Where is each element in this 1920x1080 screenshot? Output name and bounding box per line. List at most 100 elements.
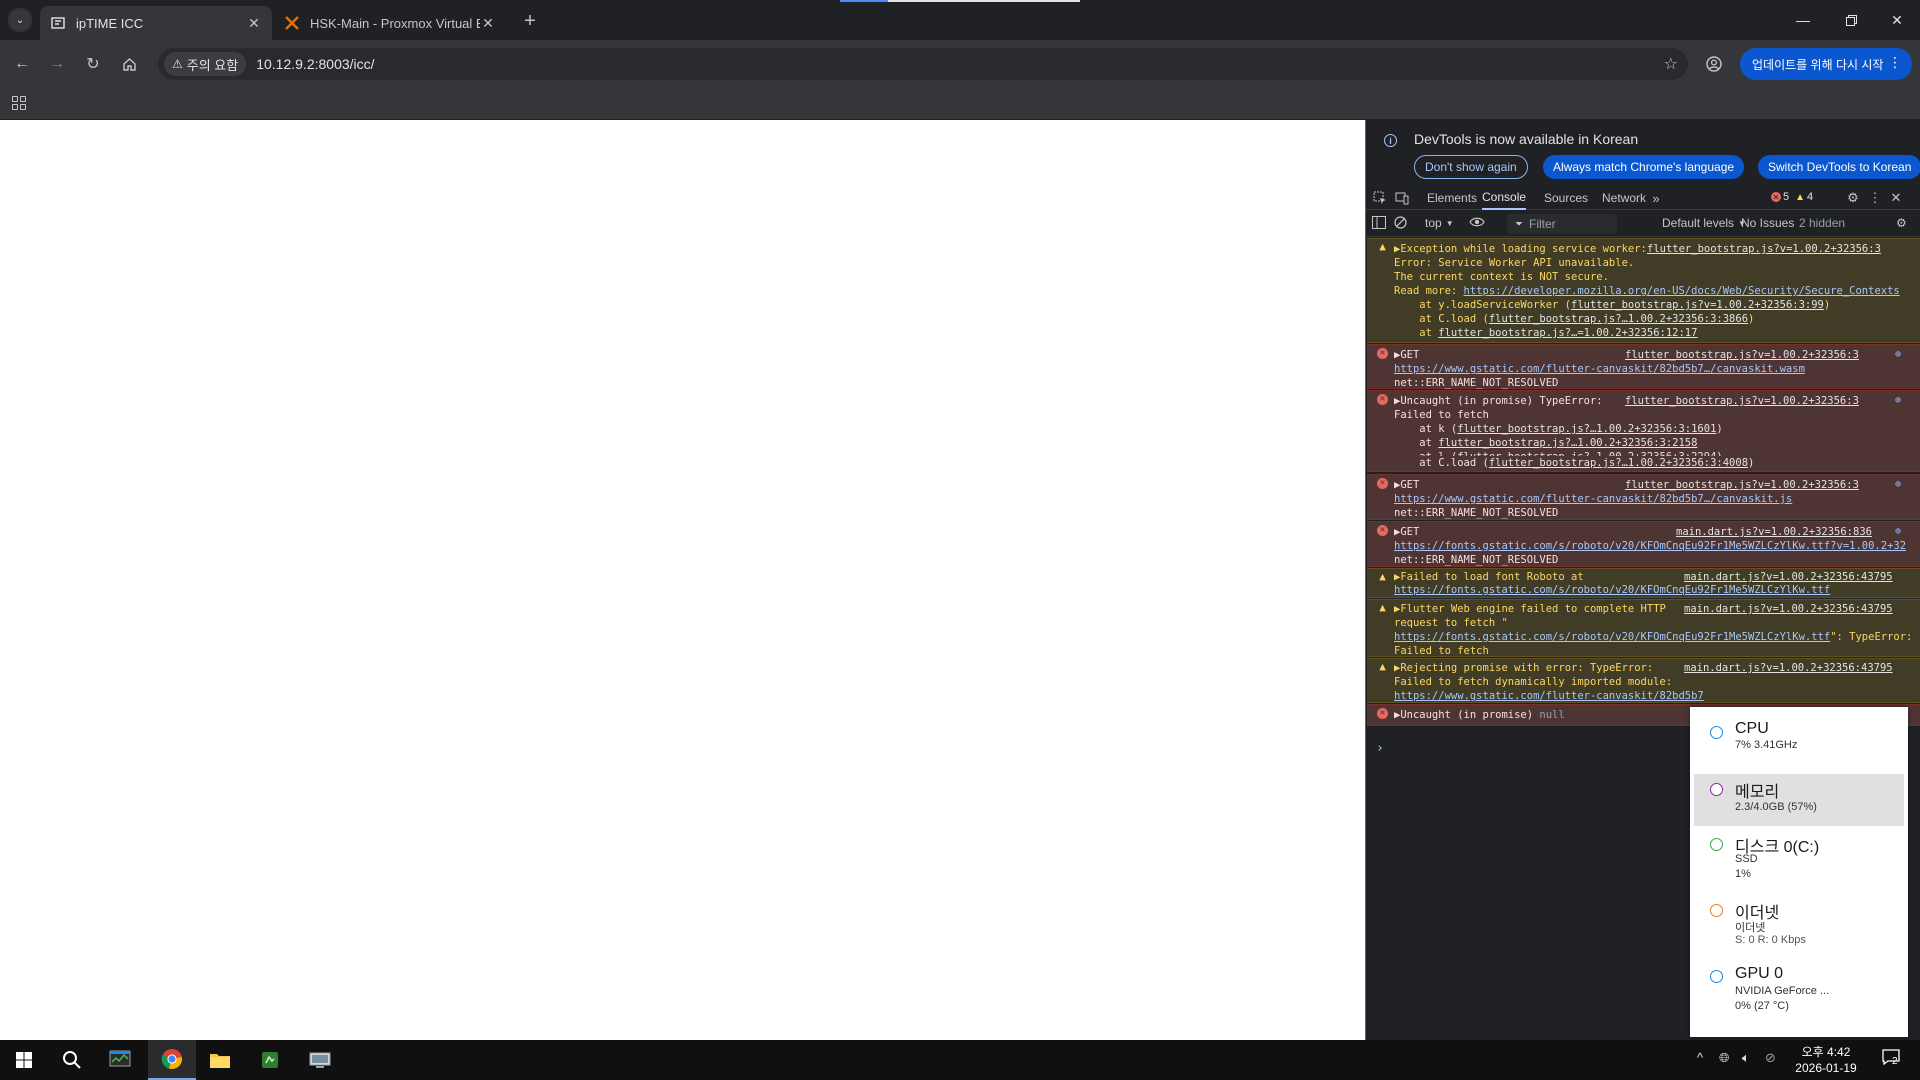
mic-muted-icon[interactable]: ⊘ [1765, 1050, 1776, 1066]
close-icon[interactable]: ✕ [480, 15, 496, 31]
mdn-link[interactable]: https://developer.mozilla.org/en-US/docs… [1464, 285, 1900, 297]
resource-link[interactable]: https://www.gstatic.com/flutter-canvaski… [1394, 363, 1805, 375]
taskbar-app-remote[interactable] [296, 1040, 344, 1080]
resource-link[interactable]: https://fonts.gstatic.com/s/roboto/v20/K… [1394, 584, 1830, 596]
network-globe-icon[interactable]: ⊕ [1895, 348, 1901, 362]
network-globe-icon[interactable]: ⊕ [1895, 394, 1901, 408]
more-vert-icon[interactable]: ⋮ [1867, 190, 1883, 206]
console-prompt[interactable]: › [1376, 741, 1384, 756]
perf-item-memory[interactable]: 메모리 2.3/4.0GB (57%) [1694, 774, 1904, 826]
network-globe-icon[interactable]: ⊕ [1895, 525, 1901, 539]
expand-message[interactable]: ▶GET [1394, 478, 1419, 492]
close-icon[interactable]: ✕ [1888, 190, 1904, 206]
close-icon[interactable]: ✕ [246, 15, 262, 31]
network-globe-icon[interactable]: 🌐︎ [1719, 1050, 1729, 1066]
network-globe-icon[interactable]: ⊕ [1895, 478, 1901, 492]
expand-message[interactable]: ▶Uncaught (in promise) TypeError: [1394, 394, 1603, 408]
sidebar-toggle-icon[interactable] [1372, 216, 1386, 229]
apps-grid-icon[interactable] [12, 96, 26, 110]
inspect-element-icon[interactable] [1372, 190, 1388, 206]
resource-link[interactable]: https://www.gstatic.com/flutter-canvaski… [1394, 493, 1792, 505]
log-levels-dropdown[interactable]: Default levels ▼ [1662, 216, 1746, 230]
search-icon [63, 1051, 81, 1069]
stack-link[interactable]: flutter_bootstrap.js?…1.00.2+32356:3:400… [1489, 457, 1748, 469]
console-settings-gear-icon[interactable]: ⚙ [1896, 216, 1907, 230]
perf-item-detail: 7% 3.41GHz [1735, 739, 1798, 751]
tab-search-button[interactable]: ⌄ [8, 8, 32, 32]
taskbar-clock[interactable]: 오후 4:42 2026-01-19 [1786, 1044, 1866, 1076]
issues-button[interactable]: No Issues [1741, 216, 1794, 230]
resource-link[interactable]: https://fonts.gstatic.com/s/roboto/v20/K… [1394, 631, 1830, 643]
volume-icon[interactable]: 🔈︎ [1742, 1050, 1750, 1066]
disk-indicator-icon [1710, 838, 1723, 851]
expand-message[interactable]: ▶Uncaught (in promise) null [1394, 708, 1565, 722]
restore-button[interactable] [1828, 0, 1874, 40]
tab-network[interactable]: Network [1602, 186, 1646, 210]
start-button[interactable] [0, 1040, 48, 1080]
taskbar-app-green[interactable] [246, 1040, 294, 1080]
tab-console[interactable]: Console [1482, 186, 1527, 210]
stack-link[interactable]: flutter_bootstrap.js?…1.00.2+32356:3:215… [1438, 437, 1697, 449]
star-icon[interactable]: ☆ [1664, 54, 1678, 74]
more-tabs-icon[interactable]: » [1648, 190, 1664, 206]
settings-gear-icon[interactable]: ⚙ [1845, 190, 1861, 206]
stack-link[interactable]: flutter_bootstrap.js?…=1.00.2+32356:12:1… [1438, 327, 1697, 339]
address-bar[interactable]: ⚠ 주의 요함 10.12.9.2:8003/icc/ ☆ [158, 48, 1688, 80]
reload-button[interactable]: ↻ [79, 50, 107, 78]
taskbar-app-chrome[interactable] [148, 1040, 196, 1080]
match-chrome-language-button[interactable]: Always match Chrome's language [1543, 155, 1745, 179]
source-link[interactable]: flutter_bootstrap.js?v=1.00.2+32356:3 [1625, 348, 1859, 362]
live-expression-eye-icon[interactable] [1469, 216, 1485, 228]
perf-item-cpu[interactable]: CPU 7% 3.41GHz [1694, 711, 1904, 755]
close-window-button[interactable]: ✕ [1874, 0, 1920, 40]
new-tab-button[interactable]: + [518, 9, 542, 33]
tab-elements[interactable]: Elements [1427, 186, 1477, 210]
forward-button[interactable]: → [43, 50, 71, 78]
switch-to-korean-button[interactable]: Switch DevTools to Korean [1758, 155, 1920, 179]
notification-center-button[interactable]: 2 [1882, 1048, 1900, 1069]
clear-console-icon[interactable] [1394, 216, 1407, 229]
tab-proxmox[interactable]: HSK-Main - Proxmox Virtual E ✕ [274, 6, 506, 40]
stack-link[interactable]: flutter_bootstrap.js?…1.00.2+32356:3:160… [1457, 423, 1716, 435]
search-button[interactable] [48, 1040, 96, 1080]
message-text: net::ERR_NAME_NOT_RESOLVED [1394, 554, 1559, 566]
page-content [0, 120, 1365, 1040]
expand-message[interactable]: ▶Rejecting promise with error: TypeError… [1394, 661, 1653, 675]
home-button[interactable] [115, 50, 143, 78]
expand-message[interactable]: ▶GET [1394, 348, 1419, 362]
perf-item-gpu[interactable]: GPU 0 NVIDIA GeForce ... 0% (27 °C) [1694, 962, 1904, 1022]
update-restart-button[interactable]: 업데이트를 위해 다시 시작 ⋮ [1740, 48, 1912, 80]
source-link[interactable]: main.dart.js?v=1.00.2+32356:43795 [1684, 661, 1893, 675]
perf-item-ethernet[interactable]: 이더넷 이더넷 S: 0 R: 0 Kbps [1694, 896, 1904, 956]
tab-sources[interactable]: Sources [1544, 186, 1588, 210]
dont-show-again-button[interactable]: Don't show again [1414, 155, 1528, 179]
minimize-button[interactable]: — [1780, 0, 1826, 40]
source-link[interactable]: main.dart.js?v=1.00.2+32356:43795 [1684, 602, 1893, 616]
source-link[interactable]: flutter_bootstrap.js?v=1.00.2+32356:3 [1625, 478, 1859, 492]
source-link[interactable]: main.dart.js?v=1.00.2+32356:836 [1676, 525, 1872, 539]
message-text: at C.load ( [1394, 313, 1489, 325]
expand-message[interactable]: ▶Exception while loading service worker: [1394, 242, 1647, 256]
taskbar-app-file-explorer[interactable] [196, 1040, 244, 1080]
console-filter-input[interactable]: ⏷ Filter [1507, 214, 1617, 234]
stack-link[interactable]: flutter_bootstrap.js?v=1.00.2+32356:3:99 [1571, 299, 1824, 311]
resource-link[interactable]: https://fonts.gstatic.com/s/roboto/v20/K… [1394, 540, 1906, 552]
stack-link[interactable]: flutter_bootstrap.js?…1.00.2+32356:3:386… [1489, 313, 1748, 325]
expand-message[interactable]: ▶Flutter Web engine failed to complete H… [1394, 602, 1666, 616]
device-toolbar-icon[interactable] [1394, 190, 1410, 206]
source-link[interactable]: flutter_bootstrap.js?v=1.00.2+32356:3 [1647, 242, 1881, 256]
tab-iptime[interactable]: ipTIME ICC ✕ [40, 6, 272, 40]
bookmarks-bar [0, 87, 1920, 120]
context-selector[interactable]: top ▼ [1425, 216, 1454, 230]
security-chip[interactable]: ⚠ 주의 요함 [164, 52, 247, 76]
issue-counter[interactable]: ✕ 5 ▲ 4 [1771, 191, 1813, 203]
expand-message[interactable]: ▶GET [1394, 525, 1419, 539]
profile-button[interactable] [1700, 50, 1728, 78]
taskbar-app-task-manager[interactable] [96, 1040, 144, 1080]
url-text[interactable]: 10.12.9.2:8003/icc/ [256, 56, 374, 72]
show-hidden-icons-chevron-up-icon[interactable]: ^ [1697, 1050, 1703, 1065]
resource-link[interactable]: https://www.gstatic.com/flutter-canvaski… [1394, 690, 1704, 702]
perf-item-disk[interactable]: 디스크 0(C:) SSD 1% [1694, 830, 1904, 890]
source-link[interactable]: flutter_bootstrap.js?v=1.00.2+32356:3 [1625, 394, 1859, 408]
back-button[interactable]: ← [8, 50, 36, 78]
